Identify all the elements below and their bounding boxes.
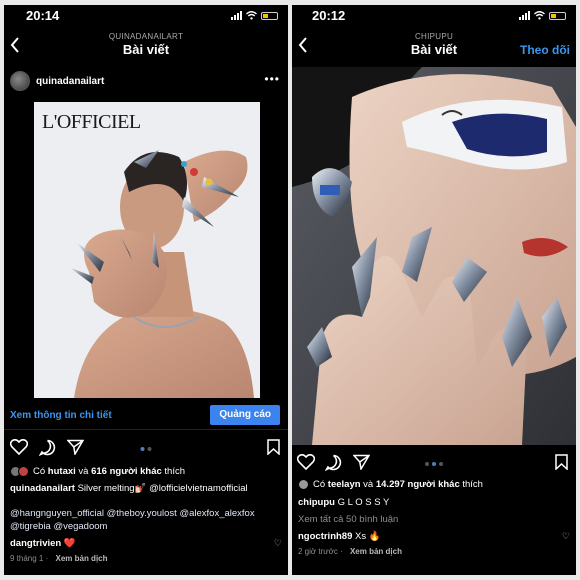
comment: dangtrivien ❤️ [10, 538, 76, 549]
caption-tags-2[interactable]: @tigrebia @vegadoom [10, 520, 280, 533]
post-caption: chipupu G L O S S Y [298, 497, 390, 508]
signal-icon [231, 11, 242, 20]
nav-bar: CHIPUPU Bài viết Theo dõi [292, 27, 576, 65]
wifi-icon [534, 11, 545, 20]
caption-tags-1[interactable]: @hangnguyen_official @theboy.youlost @al… [10, 507, 280, 520]
follow-button[interactable]: Theo dõi [520, 43, 570, 57]
comment-icon[interactable] [39, 439, 56, 456]
caption-username[interactable]: quinadanailart [10, 483, 75, 494]
view-details-link[interactable]: Xem thông tin chi tiết [10, 410, 112, 421]
caption-username[interactable]: chipupu [298, 497, 335, 508]
post-image-illustration: L'OFFICIEL [34, 102, 260, 398]
liker-username[interactable]: hutaxi [48, 466, 76, 477]
post-image[interactable]: L'OFFICIEL [34, 102, 260, 398]
comment: ngoctrinh89 Xs 🔥 [298, 531, 381, 542]
battery-icon [261, 11, 278, 20]
post-meta: 2 giờ trước · Xem bản dịch [298, 547, 402, 556]
heart-icon[interactable] [297, 454, 315, 470]
status-time: 20:12 [312, 8, 346, 23]
likes-count[interactable]: 616 người khác [91, 466, 162, 477]
status-bar: 20:12 [292, 5, 576, 27]
comment-like-icon[interactable]: ♡ [562, 531, 570, 542]
more-icon[interactable]: ••• [264, 72, 280, 86]
wifi-icon [246, 11, 257, 20]
status-time: 20:14 [26, 8, 60, 23]
avatar[interactable] [10, 71, 30, 91]
left-screenshot: 20:14 QUINADANAILART Bài viết quinadanai… [4, 5, 288, 575]
post-caption: quinadanailart Silver melting💅🏻 @loffici… [10, 483, 248, 494]
bookmark-icon[interactable] [555, 454, 568, 470]
comment-icon[interactable] [325, 454, 342, 471]
post-image[interactable] [292, 67, 576, 445]
nav-subtitle: CHIPUPU [414, 32, 454, 41]
nav-subtitle: QUINADANAILART [108, 32, 184, 41]
action-bar [4, 433, 288, 463]
bookmark-icon[interactable] [267, 439, 280, 455]
status-bar: 20:14 [4, 5, 288, 27]
comment-like-icon[interactable]: ♡ [274, 538, 282, 549]
see-translation-link[interactable]: Xem bản dịch [55, 554, 107, 563]
likes-count[interactable]: 14.297 người khác [376, 479, 460, 490]
comment-username[interactable]: ngoctrinh89 [298, 531, 352, 542]
carousel-dots [140, 447, 152, 451]
post-username[interactable]: quinadanailart [36, 76, 104, 87]
carousel-dots [425, 462, 443, 466]
see-translation-link[interactable]: Xem bản dịch [350, 547, 402, 556]
post-image-illustration [292, 67, 576, 445]
view-all-comments-link[interactable]: Xem tất cả 50 bình luận [298, 513, 568, 526]
ad-cta-bar: Xem thông tin chi tiết Quảng cáo [4, 402, 288, 430]
battery-icon [549, 11, 566, 20]
nav-bar: QUINADANAILART Bài viết [4, 27, 288, 65]
comment-username[interactable]: dangtrivien [10, 538, 61, 549]
magazine-masthead: L'OFFICIEL [42, 111, 141, 133]
signal-icon [519, 11, 530, 20]
post-header: quinadanailart ••• [4, 67, 288, 97]
share-icon[interactable] [353, 454, 370, 470]
action-bar [292, 448, 576, 478]
liker-username[interactable]: teelayn [328, 479, 361, 490]
likes-row[interactable]: Có teelayn và 14.297 người khác thích [298, 479, 570, 490]
share-icon[interactable] [67, 439, 84, 455]
ad-button[interactable]: Quảng cáo [210, 405, 280, 425]
nav-title: Bài viết [122, 42, 170, 57]
heart-icon[interactable] [10, 439, 28, 455]
post-meta: 9 tháng 1 · Xem bản dịch [10, 554, 108, 563]
right-screenshot: 20:12 CHIPUPU Bài viết Theo dõi Có teela… [292, 5, 576, 575]
likes-row[interactable]: Có hutaxi và 616 người khác thích [10, 466, 282, 477]
liker-avatar [298, 479, 309, 490]
liker-avatar [18, 466, 29, 477]
